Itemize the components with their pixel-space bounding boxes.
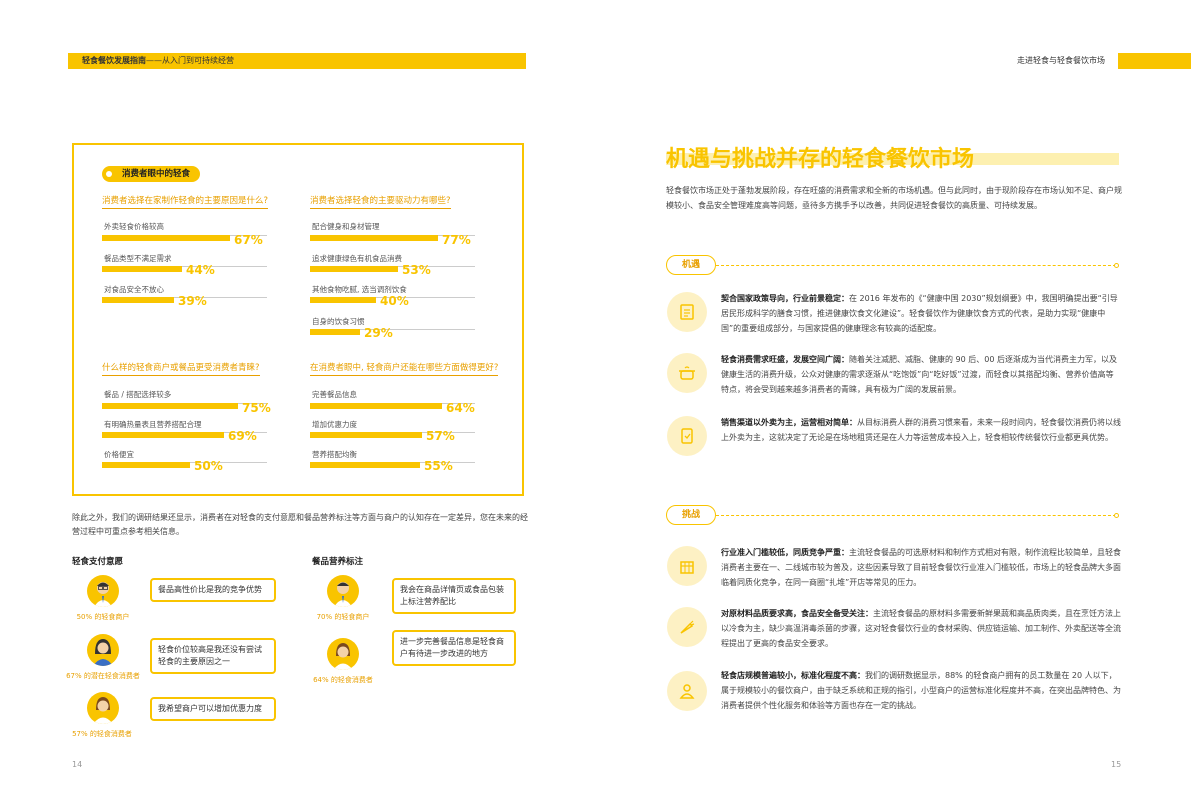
q2-bar-label: 自身的饮食习惯 bbox=[312, 317, 365, 326]
q2-bar bbox=[310, 266, 398, 272]
q2-bar bbox=[310, 235, 438, 241]
q4-bar bbox=[310, 462, 420, 468]
pay-caption: 57% 的轻食消费者 bbox=[72, 730, 132, 738]
tag-dot-icon bbox=[106, 171, 112, 177]
consumer-avatar bbox=[87, 692, 119, 724]
q1-title: 消费者选择在家制作轻食的主要原因是什么? bbox=[102, 195, 269, 209]
q4-bar-label: 增加优惠力度 bbox=[312, 420, 357, 429]
challenges-pill: 挑战 bbox=[666, 505, 716, 525]
intro-paragraph: 轻食餐饮市场正处于蓬勃发展阶段，存在旺盛的消费需求和全新的市场机遇。但与此同时，… bbox=[666, 186, 1122, 210]
header-left-text: 轻食餐饮发展指南——从入门到可持续经营 bbox=[82, 56, 234, 65]
q3-bar-pct: 69% bbox=[228, 429, 257, 443]
merchant-avatar bbox=[327, 575, 359, 607]
q2-bar bbox=[310, 329, 360, 335]
pay-caption: 67% 的潜在轻食消费者 bbox=[66, 672, 140, 680]
q4-bar bbox=[310, 432, 422, 438]
divider-end-dot bbox=[1114, 513, 1119, 518]
divider bbox=[716, 265, 1116, 266]
q4-title: 在消费者眼中, 轻食商户还能在哪些方面做得更好? bbox=[310, 362, 499, 376]
q4-bar-pct: 57% bbox=[426, 429, 455, 443]
q2-title: 消费者选择轻食的主要驱动力有哪些? bbox=[310, 195, 451, 209]
q3-bar bbox=[102, 432, 224, 438]
q3-title: 什么样的轻食商户或餐品更受消费者青睐? bbox=[102, 362, 260, 376]
q1-bar bbox=[102, 297, 174, 303]
divider-end-dot bbox=[1114, 263, 1119, 268]
q3-bar-label: 价格便宜 bbox=[104, 450, 134, 459]
q4-bars: 完善餐品信息 64% 增加优惠力度 57% 营养搭配均衡 55% bbox=[310, 390, 485, 474]
header-bar-right bbox=[1118, 53, 1191, 69]
storefront-icon bbox=[667, 546, 707, 586]
nutrition-caption: 64% 的轻食消费者 bbox=[313, 676, 373, 684]
q1-bar-label: 对食品安全不放心 bbox=[104, 285, 164, 294]
q2-bar-pct: 29% bbox=[364, 326, 393, 340]
q2-bar-label: 追求健康绿色有机食品消费 bbox=[312, 254, 402, 263]
q1-bars: 外卖轻食价格较高 67% 餐品类型不满足需求 44% 对食品安全不放心 39% bbox=[102, 222, 277, 308]
section-tag: 消费者眼中的轻食 bbox=[102, 166, 201, 182]
q4-bar-label: 完善餐品信息 bbox=[312, 390, 357, 399]
q3-bar-label: 有明确热量表且营养搭配合理 bbox=[104, 420, 202, 429]
q4-bar-pct: 55% bbox=[424, 459, 453, 473]
nutrition-quote: 我会在商品详情页或食品包装上标注营养配比 bbox=[392, 578, 516, 614]
nutrition-heading: 餐品营养标注 bbox=[312, 557, 364, 567]
q1-bar-pct: 44% bbox=[186, 263, 215, 277]
challenge-item: 轻食店规模普遍较小，标准化程度不高：我们的调研数据显示，88% 的轻食商户拥有的… bbox=[721, 671, 1121, 710]
q1-bar-label: 餐品类型不满足需求 bbox=[104, 254, 172, 263]
pay-heading: 轻食支付意愿 bbox=[72, 557, 124, 567]
page-number-right: 15 bbox=[1111, 760, 1122, 769]
page-title: 机遇与挑战并存的轻食餐饮市场 bbox=[666, 147, 975, 172]
q3-bar-pct: 75% bbox=[242, 401, 271, 415]
nutrition-caption: 70% 的轻食商户 bbox=[316, 613, 370, 621]
challenge-item: 行业准入门槛较低，同质竞争严重：主流轻食餐品的可选原材料和制作方式相对有限，制作… bbox=[721, 548, 1121, 587]
findings-paragraph: 除此之外，我们的调研结果还显示，消费者在对轻食的支付意愿和餐品营养标注等方面与商… bbox=[72, 513, 528, 536]
challenge-item: 对原材料品质要求高，食品安全备受关注：主流轻食餐品的原材料多需要新鲜果蔬和高品质… bbox=[721, 609, 1121, 648]
q1-bar bbox=[102, 266, 182, 272]
q2-bar-pct: 40% bbox=[380, 294, 409, 308]
consumer-avatar bbox=[87, 634, 119, 666]
pay-quote: 我希望商户可以增加优惠力度 bbox=[150, 697, 276, 721]
consumer-avatar bbox=[327, 638, 359, 670]
q3-bar bbox=[102, 462, 190, 468]
q3-bar bbox=[102, 403, 238, 409]
mobile-order-icon bbox=[667, 416, 707, 456]
pay-quote: 餐品高性价比是我的竞争优势 bbox=[150, 578, 276, 602]
q3-bar-pct: 50% bbox=[194, 459, 223, 473]
nutrition-quote: 进一步完善餐品信息是轻食商户有待进一步改进的地方 bbox=[392, 630, 516, 666]
merchant-avatar bbox=[87, 575, 119, 607]
person-icon bbox=[667, 671, 707, 711]
document-icon bbox=[667, 292, 707, 332]
q4-bar-label: 营养搭配均衡 bbox=[312, 450, 357, 459]
q4-bar bbox=[310, 403, 442, 409]
carrot-icon bbox=[667, 607, 707, 647]
cooking-pot-icon bbox=[667, 353, 707, 393]
q4-bar-pct: 64% bbox=[446, 401, 475, 415]
q3-bars: 餐品 / 搭配选择较多 75% 有明确热量表且营养搭配合理 69% 价格便宜 5… bbox=[102, 390, 277, 474]
opportunities-pill: 机遇 bbox=[666, 255, 716, 275]
opportunity-item: 销售渠道以外卖为主，运营相对简单：从目标消费人群的消费习惯来看，未来一段时间内，… bbox=[721, 418, 1121, 442]
opportunity-item: 轻食消费需求旺盛，发展空间广阔：随着关注减肥、减脂、健康的 90 后、00 后逐… bbox=[721, 355, 1117, 394]
opportunity-item: 契合国家政策导向，行业前景稳定：在 2016 年发布的《“健康中国 2030”规… bbox=[721, 294, 1118, 333]
q2-bar-pct: 53% bbox=[402, 263, 431, 277]
pay-caption: 50% 的轻食商户 bbox=[76, 613, 130, 621]
q1-bar-pct: 67% bbox=[234, 233, 263, 247]
q2-bar bbox=[310, 297, 376, 303]
header-right-title: 走进轻食与轻食餐饮市场 bbox=[1017, 56, 1105, 65]
q2-bar-label: 配合健身和身材管理 bbox=[312, 222, 380, 231]
q3-bar-label: 餐品 / 搭配选择较多 bbox=[104, 390, 172, 399]
q2-bars: 配合健身和身材管理 77% 追求健康绿色有机食品消费 53% 其他食物吃腻, 选… bbox=[310, 222, 485, 342]
q2-bar-pct: 77% bbox=[442, 233, 471, 247]
q1-bar bbox=[102, 235, 230, 241]
q1-bar-label: 外卖轻食价格较高 bbox=[104, 222, 164, 231]
q1-bar-pct: 39% bbox=[178, 294, 207, 308]
divider bbox=[716, 515, 1116, 516]
page-number-left: 14 bbox=[72, 760, 83, 769]
pay-quote: 轻食价位较高是我还没有尝试轻食的主要原因之一 bbox=[150, 638, 276, 674]
